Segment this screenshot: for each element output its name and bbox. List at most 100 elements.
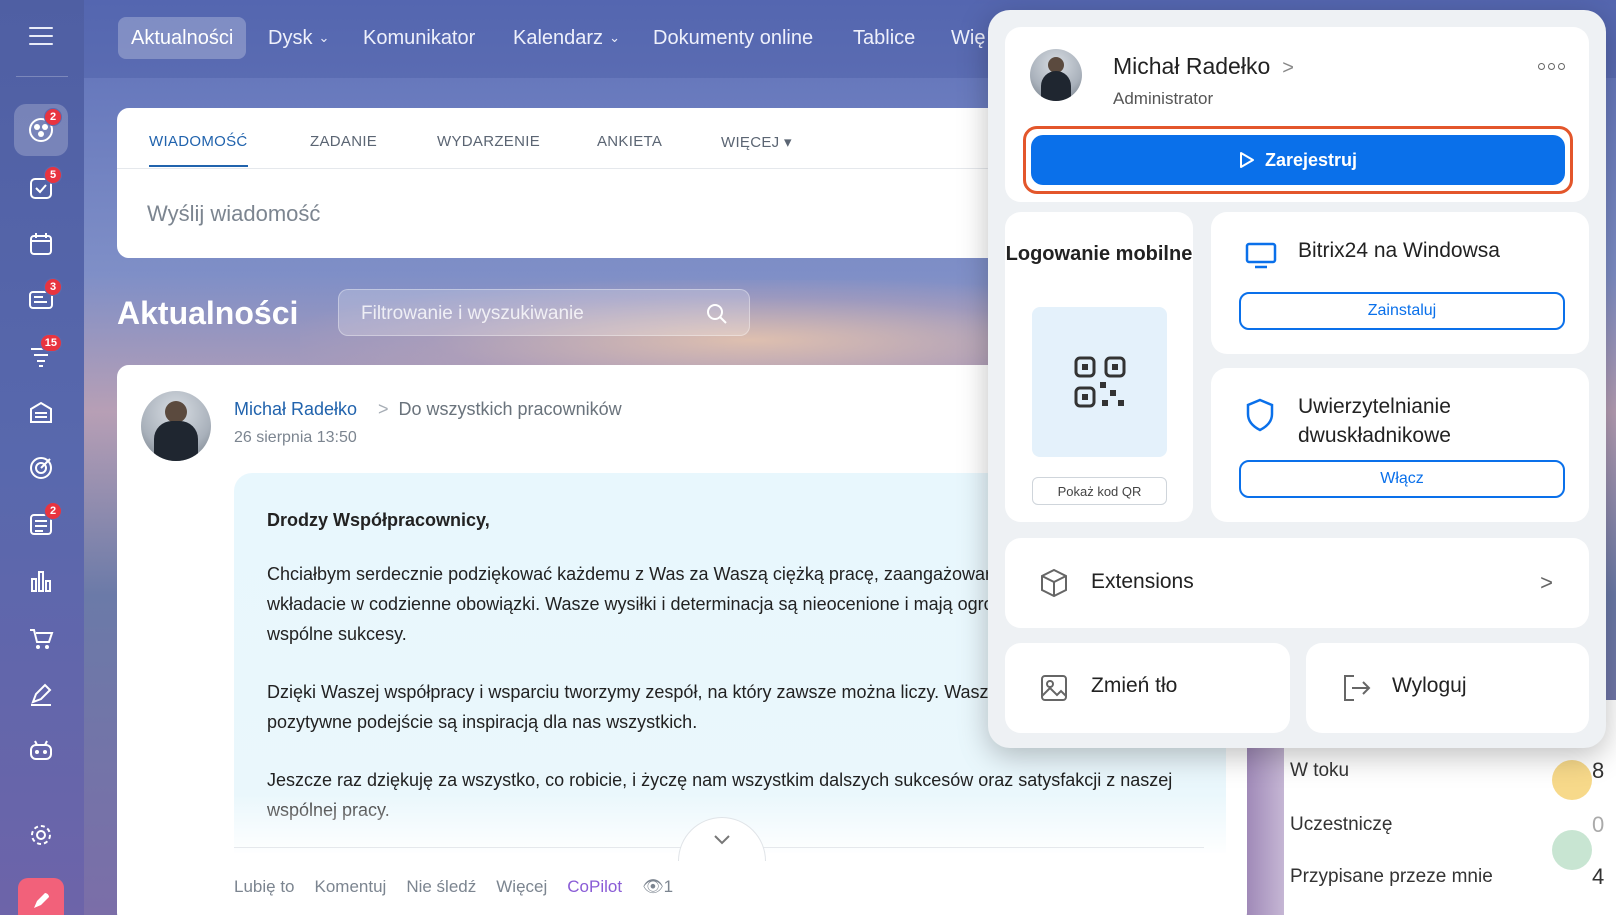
chevron-down-icon: ⌄ — [318, 30, 330, 45]
feed-badge: 2 — [44, 108, 62, 126]
profile-role: Administrator — [1113, 89, 1214, 108]
chevron-right-icon: > — [1282, 57, 1294, 79]
rail-item-calendar[interactable] — [14, 218, 68, 270]
message-input[interactable]: Wyślij wiadomość — [147, 201, 320, 227]
tasks-row-assigned-by-me[interactable]: Przypisane przeze mnie — [1290, 866, 1493, 888]
logout-label: Wyloguj — [1392, 674, 1467, 697]
avatar-head — [165, 401, 187, 423]
warehouse-icon — [30, 401, 52, 423]
chevron-down-icon: ⌄ — [609, 30, 620, 45]
post-recipient[interactable]: > Do wszystkich pracowników — [378, 399, 622, 420]
shield-icon — [1246, 398, 1274, 432]
author-avatar[interactable] — [141, 391, 211, 461]
nav-label: Dysk — [268, 26, 313, 49]
tasks-count: 4 — [1592, 864, 1605, 889]
two-factor-title: Uwierzytelnianie dwuskładnikowe — [1298, 395, 1451, 447]
show-qr-button[interactable]: Pokaż kod QR — [1032, 477, 1167, 505]
like-button[interactable]: Lubię to — [234, 877, 295, 897]
rail-item-projects[interactable]: 2 — [14, 498, 68, 550]
rail-item-bots[interactable] — [14, 724, 68, 776]
tab-poll[interactable]: ANKIETA — [597, 133, 662, 150]
nav-item-drive[interactable]: Dysk ⌄ — [255, 17, 342, 59]
profile-name: Michał Radełko — [1113, 53, 1271, 79]
tab-more[interactable]: WIĘCEJ ▾ — [721, 133, 792, 151]
nav-label: Tablice — [853, 26, 916, 49]
calendar-icon — [30, 233, 52, 255]
caret-down-icon: ▾ — [783, 134, 792, 151]
monitor-icon — [1245, 242, 1277, 269]
tab-event[interactable]: WYDARZENIE — [437, 133, 540, 150]
windows-app-title: Bitrix24 na Windowsa — [1298, 239, 1500, 262]
target-icon — [30, 457, 52, 479]
mobile-login-card: Logowanie mobilne Pokaż kod QR — [1005, 212, 1193, 522]
unfollow-button[interactable]: Nie śledź — [406, 877, 476, 897]
views-count: 1 — [663, 877, 674, 896]
nav-item-boards[interactable]: Tablice — [840, 17, 928, 59]
post-author[interactable]: Michał Radełko — [234, 399, 357, 420]
qr-icon — [1074, 356, 1125, 408]
nav-label: Aktualności — [131, 26, 234, 49]
rail-item-messages[interactable]: 3 — [14, 274, 68, 326]
rail-item-crm[interactable]: 15 — [14, 330, 68, 382]
tasks-count: 8 — [1592, 758, 1605, 783]
more-button[interactable]: Więcej — [496, 877, 547, 897]
rail-item-store[interactable] — [14, 386, 68, 438]
register-button[interactable]: Zarejestruj — [1031, 135, 1565, 185]
change-background-card[interactable]: Zmień tło — [1005, 643, 1290, 733]
register-label: Zarejestruj — [1264, 149, 1358, 170]
rail-item-sign[interactable] — [14, 668, 68, 720]
box-icon — [1041, 568, 1067, 598]
gear-icon — [31, 825, 51, 845]
nav-item-calendar[interactable]: Kalendarz ⌄ — [500, 17, 633, 59]
profile-popup: Michał Radełko > Administrator Zarejestru… — [988, 10, 1606, 748]
avatar-body — [1041, 71, 1071, 101]
play-icon — [1239, 152, 1254, 168]
rail-item-shop[interactable] — [14, 612, 68, 664]
messages-badge: 3 — [44, 278, 62, 296]
comment-button[interactable]: Komentuj — [315, 877, 387, 897]
rail-item-settings[interactable] — [14, 809, 68, 861]
nav-label: Dokumenty online — [653, 26, 814, 49]
install-button[interactable]: Zainstaluj — [1239, 292, 1565, 330]
post-composer: WIADOMOŚĆ ZADANIE WYDARZENIE ANKIETA WIĘ… — [117, 108, 1007, 258]
logout-card[interactable]: Wyloguj — [1306, 643, 1589, 733]
windows-app-card: Bitrix24 na Windowsa Zainstaluj — [1211, 212, 1589, 354]
rocket-icon[interactable] — [18, 878, 64, 915]
extensions-card[interactable]: Extensions > — [1005, 538, 1589, 628]
tasks-row-in-progress[interactable]: W toku — [1290, 760, 1349, 782]
rail-item-tasks[interactable]: 5 — [14, 162, 68, 214]
more-options-icon[interactable] — [1538, 63, 1565, 70]
tasks-count: 0 — [1592, 812, 1605, 837]
nav-item-messenger[interactable]: Komunikator — [350, 17, 488, 59]
enable-button[interactable]: Włącz — [1239, 460, 1565, 498]
post-actions: Lubię to Komentuj Nie śledź Więcej CoPil… — [234, 877, 673, 897]
qr-placeholder — [1032, 307, 1167, 457]
tab-more-label: WIĘCEJ — [721, 134, 780, 151]
left-rail: 2 5 3 15 2 — [0, 0, 84, 915]
tab-message[interactable]: WIADOMOŚĆ — [149, 133, 248, 167]
menu-icon[interactable] — [29, 27, 53, 45]
tab-task[interactable]: ZADANIE — [310, 133, 377, 150]
pen-icon — [31, 683, 52, 706]
funnel-badge: 15 — [39, 334, 62, 352]
nav-item-documents[interactable]: Dokumenty online — [640, 17, 826, 59]
feed-search-input[interactable]: Filtrowanie i wyszukiwanie — [338, 289, 750, 336]
profile-avatar[interactable] — [1030, 49, 1082, 101]
eye-icon: 👁 — [642, 877, 664, 896]
composer-divider — [117, 168, 1007, 169]
nav-item-news[interactable]: Aktualności — [118, 17, 247, 59]
search-icon[interactable] — [705, 302, 729, 326]
post-date[interactable]: 26 sierpnia 13:50 — [234, 429, 357, 447]
rail-item-feed[interactable]: 2 — [14, 104, 68, 156]
rail-item-analytics[interactable] — [14, 555, 68, 607]
rail-item-goals[interactable] — [14, 442, 68, 494]
task-icon — [1552, 760, 1592, 800]
logout-icon — [1344, 675, 1371, 701]
tasks-row-participating[interactable]: Uczestniczę — [1290, 814, 1392, 836]
avatar-body — [154, 421, 198, 461]
copilot-button[interactable]: CoPilot — [567, 877, 622, 897]
mobile-login-title: Logowanie mobilne — [1005, 243, 1193, 265]
projects-badge: 2 — [44, 502, 62, 520]
profile-name-link[interactable]: Michał Radełko > — [1113, 53, 1294, 80]
extensions-label: Extensions — [1091, 570, 1194, 593]
